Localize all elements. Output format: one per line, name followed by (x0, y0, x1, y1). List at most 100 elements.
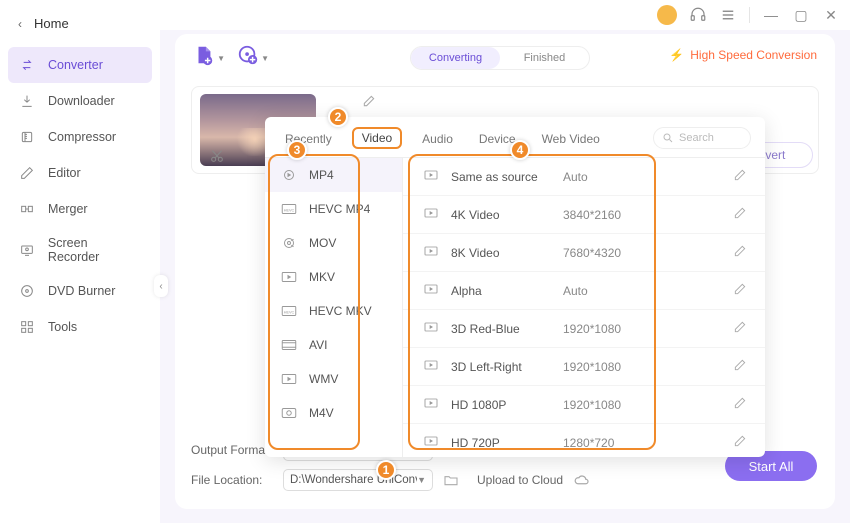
preset-item[interactable]: 8K Video7680*4320 (403, 234, 765, 272)
upload-cloud-label: Upload to Cloud (477, 473, 563, 487)
sidebar-collapse-handle[interactable]: ‹ (154, 275, 168, 297)
format-icon (279, 167, 299, 183)
bolt-icon: ⚡ (669, 48, 684, 62)
high-speed-conversion-link[interactable]: ⚡ High Speed Conversion (669, 48, 817, 62)
video-icon (423, 434, 441, 451)
sidebar-item-dvd-burner[interactable]: DVD Burner (0, 273, 160, 309)
sidebar-item-label: Tools (48, 320, 77, 334)
trim-tool-icon[interactable] (206, 145, 228, 167)
preset-item[interactable]: AlphaAuto (403, 272, 765, 310)
editor-icon (18, 164, 36, 182)
format-icon: HEVC (279, 303, 299, 319)
edit-preset-icon[interactable] (733, 168, 747, 185)
preset-item[interactable]: HD 1080P1920*1080 (403, 386, 765, 424)
cloud-icon[interactable] (573, 473, 591, 487)
sidebar-item-downloader[interactable]: Downloader (0, 83, 160, 119)
home-link[interactable]: ‹ Home (0, 6, 160, 41)
chevron-down-icon: ▼ (261, 54, 269, 63)
window-close-button[interactable]: ✕ (822, 6, 840, 24)
format-icon (279, 405, 299, 421)
chevron-down-icon: ▼ (417, 475, 426, 485)
tab-video[interactable]: Video (352, 127, 402, 149)
sidebar-item-merger[interactable]: Merger (0, 191, 160, 227)
screen-recorder-icon (18, 241, 36, 259)
format-icon (279, 235, 299, 251)
preset-item[interactable]: 4K Video3840*2160 (403, 196, 765, 234)
edit-preset-icon[interactable] (733, 396, 747, 413)
video-icon (423, 396, 441, 413)
home-label: Home (34, 16, 69, 31)
user-avatar[interactable] (657, 5, 677, 25)
output-format-panel: Recently Video Audio Device Web Video Se… (265, 117, 765, 457)
preset-resolution: 1280*720 (563, 436, 643, 450)
format-label: MOV (309, 236, 336, 250)
format-label: HEVC MP4 (309, 202, 370, 216)
dvd-burner-icon (18, 282, 36, 300)
format-icon: HEVC (279, 201, 299, 217)
segment-finished[interactable]: Finished (500, 47, 589, 69)
open-folder-icon[interactable] (443, 472, 459, 488)
preset-name: Alpha (451, 284, 563, 298)
format-item-hevc-mp4[interactable]: HEVC HEVC MP4 (265, 192, 402, 226)
add-dvd-button[interactable]: ▼ (237, 44, 261, 68)
format-label: MP4 (309, 168, 334, 182)
sidebar-item-label: DVD Burner (48, 284, 115, 298)
tab-audio[interactable]: Audio (416, 128, 459, 156)
format-label: WMV (309, 372, 338, 386)
preset-name: HD 1080P (451, 398, 563, 412)
edit-name-icon[interactable] (362, 94, 376, 113)
format-item-mov[interactable]: MOV (265, 226, 402, 260)
format-item-wmv[interactable]: WMV (265, 362, 402, 396)
sidebar-item-editor[interactable]: Editor (0, 155, 160, 191)
preset-name: 4K Video (451, 208, 563, 222)
file-location-dropdown[interactable]: D:\Wondershare UniConverter 1 ▼ (283, 469, 433, 491)
sidebar-item-label: Editor (48, 166, 81, 180)
sidebar-item-converter[interactable]: Converter (8, 47, 152, 83)
preset-resolution: Auto (563, 170, 643, 184)
sidebar-item-compressor[interactable]: Compressor (0, 119, 160, 155)
preset-resolution: 1920*1080 (563, 398, 643, 412)
file-location-label: File Location: (191, 473, 273, 487)
preset-name: HD 720P (451, 436, 563, 450)
format-item-mkv[interactable]: MKV (265, 260, 402, 294)
sidebar: ‹ Home Converter Downloader Compressor Edit… (0, 0, 160, 523)
merger-icon (18, 200, 36, 218)
edit-preset-icon[interactable] (733, 282, 747, 299)
svg-text:HEVC: HEVC (284, 310, 295, 314)
preset-item[interactable]: 3D Left-Right1920*1080 (403, 348, 765, 386)
format-item-hevc-mkv[interactable]: HEVCHEVC MKV (265, 294, 402, 328)
preset-item[interactable]: Same as sourceAuto (403, 158, 765, 196)
segment-converting[interactable]: Converting (411, 47, 500, 69)
menu-icon[interactable] (719, 6, 737, 24)
add-file-button[interactable]: ▼ (193, 44, 217, 68)
video-icon (423, 168, 441, 185)
format-label: M4V (309, 406, 334, 420)
preset-name: 3D Red-Blue (451, 322, 563, 336)
sidebar-item-tools[interactable]: Tools (0, 309, 160, 345)
format-item-m4v[interactable]: M4V (265, 396, 402, 430)
preset-name: Same as source (451, 170, 563, 184)
edit-preset-icon[interactable] (733, 434, 747, 451)
preset-item[interactable]: 3D Red-Blue1920*1080 (403, 310, 765, 348)
preset-resolution: Auto (563, 284, 643, 298)
edit-preset-icon[interactable] (733, 206, 747, 223)
preset-item[interactable]: HD 720P1280*720 (403, 424, 765, 457)
edit-preset-icon[interactable] (733, 320, 747, 337)
format-item-avi[interactable]: AVI (265, 328, 402, 362)
sidebar-item-screen-recorder[interactable]: Screen Recorder (0, 227, 160, 273)
format-label: MKV (309, 270, 335, 284)
preset-resolution: 3840*2160 (563, 208, 643, 222)
window-maximize-button[interactable]: ▢ (792, 6, 810, 24)
window-minimize-button[interactable]: — (762, 6, 780, 24)
format-icon (279, 269, 299, 285)
tools-icon (18, 318, 36, 336)
sidebar-item-label: Downloader (48, 94, 115, 108)
format-search-input[interactable]: Search (653, 127, 751, 149)
titlebar: — ▢ ✕ (160, 0, 850, 30)
support-icon[interactable] (689, 6, 707, 24)
edit-preset-icon[interactable] (733, 244, 747, 261)
sidebar-item-label: Compressor (48, 130, 116, 144)
format-item-mp4[interactable]: MP4 (265, 158, 402, 192)
tab-web-video[interactable]: Web Video (536, 128, 606, 156)
edit-preset-icon[interactable] (733, 358, 747, 375)
